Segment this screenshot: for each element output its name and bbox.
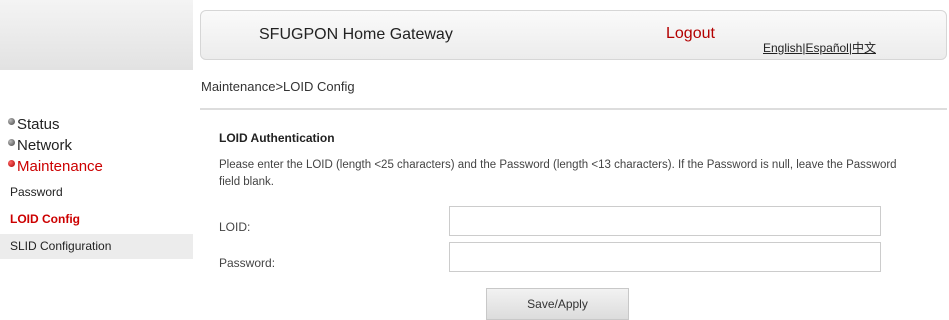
lang-english-link[interactable]: English (763, 41, 802, 55)
sidebar-item-network[interactable]: Network (8, 137, 72, 154)
bullet-icon (8, 139, 15, 146)
sidebar-subitem-password[interactable]: Password (0, 180, 193, 205)
sidebar-item-label: Maintenance (17, 158, 103, 175)
logo-area (0, 0, 193, 70)
password-label: Password: (219, 256, 276, 270)
sidebar-item-maintenance[interactable]: Maintenance (8, 158, 103, 175)
app-title: SFUGPON Home Gateway (259, 26, 453, 43)
language-selector: English|Español|中文 (763, 39, 876, 56)
logout-link[interactable]: Logout (666, 25, 715, 43)
sidebar-subitem-loid-config[interactable]: LOID Config (0, 207, 193, 232)
sidebar-item-label: Status (17, 116, 60, 133)
sidebar-item-label: Network (17, 137, 73, 154)
bullet-icon (8, 160, 15, 167)
save-apply-button[interactable]: Save/Apply (486, 288, 629, 320)
bullet-icon (8, 118, 15, 125)
password-input[interactable] (449, 242, 881, 272)
section-title: LOID Authentication (219, 131, 335, 145)
divider (200, 108, 947, 110)
lang-espanol-link[interactable]: Español (805, 41, 848, 55)
lang-chinese-link[interactable]: 中文 (852, 41, 876, 55)
description-text: Please enter the LOID (length <25 charac… (219, 159, 897, 188)
breadcrumb: Maintenance>LOID Config (201, 79, 355, 94)
sidebar-subitem-slid-configuration[interactable]: SLID Configuration (0, 234, 193, 259)
loid-label: LOID: (219, 220, 251, 234)
loid-input[interactable] (449, 206, 881, 236)
header-bar: SFUGPON Home Gateway Logout English|Espa… (200, 10, 947, 60)
sidebar-item-status[interactable]: Status (8, 116, 60, 133)
